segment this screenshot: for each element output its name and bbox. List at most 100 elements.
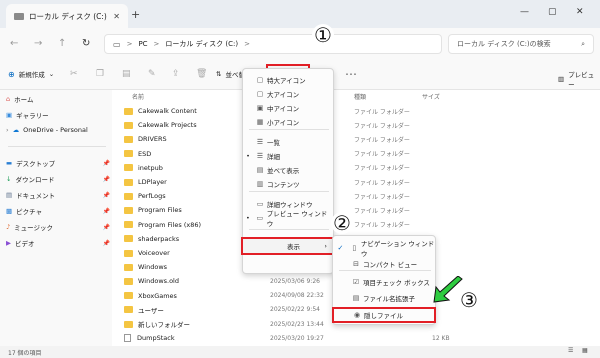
file-name: ESD [138, 149, 152, 158]
pin-icon[interactable]: 📌 [103, 192, 110, 199]
view-menu-item[interactable]: • ☰ 詳細 [243, 149, 333, 163]
view-option-label: 表示 [287, 243, 300, 251]
tiles-view-icon[interactable]: ▦ [582, 347, 588, 354]
view-option-icon: ☰ [256, 138, 264, 146]
view-menu-item[interactable]: ▤ 並べて表示 [243, 163, 333, 177]
details-view-icon[interactable]: ☰ [568, 347, 573, 354]
preview-label: プレビュー [568, 71, 595, 89]
table-row[interactable]: Cakewalk Content ファイル フォルダー [124, 104, 594, 118]
chevron-right-icon: › [324, 242, 327, 250]
gallery-icon: ▣ [6, 111, 13, 119]
sidebar-item-pictures[interactable]: ▩ ピクチャ 📌 [6, 206, 110, 216]
view-menu-item[interactable]: ▢ 特大アイコン [243, 73, 333, 87]
show-submenu-item[interactable]: ▤ ファイル名拡張子 [333, 291, 435, 305]
table-row[interactable]: ESD ファイル フォルダー [124, 147, 594, 161]
table-row[interactable]: Program Files (x86) ファイル フォルダー [124, 218, 594, 232]
view-menu-item[interactable]: ▣ 中アイコン [243, 101, 333, 115]
sidebar-item-music[interactable]: ♪ ミュージック 📌 [6, 222, 110, 232]
view-option-label: コンテンツ [267, 181, 300, 189]
table-row[interactable]: DRIVERS ファイル フォルダー [124, 132, 594, 146]
file-type: ファイル フォルダー [354, 108, 410, 116]
pin-icon[interactable]: 📌 [103, 240, 110, 247]
pin-icon[interactable]: 📌 [103, 224, 110, 231]
breadcrumb-drive[interactable]: ローカル ディスク (C:) [165, 39, 238, 49]
tab-local-disk[interactable]: ローカル ディスク (C:) ✕ [6, 4, 128, 28]
file-name: Cakewalk Projects [138, 121, 197, 130]
cut-icon[interactable]: ✂ [70, 69, 78, 79]
table-row[interactable]: Cakewalk Projects ファイル フォルダー [124, 118, 594, 132]
column-name[interactable]: 名前 [132, 92, 144, 101]
view-menu-item[interactable]: ▢ 大アイコン [243, 87, 333, 101]
breadcrumb-pc[interactable]: PC [138, 40, 147, 48]
view-option-label: 特大アイコン [267, 77, 306, 85]
new-tab-button[interactable]: + [131, 8, 140, 21]
refresh-icon[interactable]: ↻ [82, 38, 90, 49]
folder-icon [124, 135, 133, 143]
view-menu: ▢ 特大アイコン ▢ 大アイコン ▣ 中アイコン ▦ 小アイコン ☰ 一覧 • ☰ 詳細 ▤ 並べて表示 ▥ コ… [241, 68, 335, 274]
paste-icon[interactable]: ▤ [122, 69, 131, 79]
option-icon: ⊟ [353, 260, 359, 268]
more-button[interactable]: ･･･ [345, 69, 357, 80]
view-menu-item[interactable]: 表示 › [241, 237, 335, 255]
sidebar-item-documents[interactable]: ▤ ドキュメント 📌 [6, 190, 110, 200]
forward-icon[interactable]: → [34, 38, 42, 49]
show-submenu-item[interactable]: ⊟ コンパクト ビュー [333, 257, 435, 271]
file-name: DRIVERS [138, 135, 167, 144]
folder-icon [124, 164, 133, 172]
file-type: ファイル フォルダー [354, 122, 410, 130]
view-option-label: プレビュー ウィンドウ [266, 210, 328, 228]
new-button[interactable]: ⊕ 新規作成 ⌄ [8, 69, 54, 80]
share-icon[interactable]: ⇪ [172, 69, 180, 79]
file-name: Windows [138, 263, 168, 272]
view-menu-item[interactable]: ☰ 一覧 [243, 135, 333, 149]
breadcrumb-sep: > [126, 40, 133, 48]
close-window-icon[interactable]: ✕ [576, 7, 584, 17]
folder-icon [124, 235, 133, 243]
sidebar-item-videos[interactable]: ▶ ビデオ 📌 [6, 238, 110, 248]
sidebar-item-desktop[interactable]: ▬ デスクトップ 📌 [6, 158, 110, 168]
breadcrumb[interactable]: ▭ > PC > ローカル ディスク (C:) > [104, 34, 442, 54]
pin-icon[interactable]: 📌 [103, 176, 110, 183]
minimize-icon[interactable]: — [520, 7, 529, 17]
title-bar: ローカル ディスク (C:) ✕ + — ▢ ✕ [0, 0, 600, 28]
close-tab-icon[interactable]: ✕ [113, 12, 120, 21]
maximize-icon[interactable]: ▢ [548, 7, 557, 17]
view-option-label: 並べて表示 [267, 167, 300, 175]
pin-icon[interactable]: 📌 [103, 160, 110, 167]
search-input[interactable]: ローカル ディスク (C:)の検索 ⌕ [448, 34, 594, 54]
table-row[interactable]: LDPlayer ファイル フォルダー [124, 175, 594, 189]
sidebar-item-gallery[interactable]: ▣ ギャラリー [6, 110, 110, 120]
view-option-icon: ▣ [256, 104, 264, 112]
option-label: コンパクト ビュー [363, 261, 418, 269]
table-row[interactable]: PerfLogs ファイル フォルダー [124, 189, 594, 203]
pin-icon[interactable]: 📌 [103, 208, 110, 215]
table-row[interactable]: Program Files ファイル フォルダー [124, 203, 594, 217]
sidebar-label: ダウンロード [15, 176, 55, 184]
show-submenu-item[interactable]: ✓ ▯ ナビゲーション ウィンドウ [333, 240, 435, 258]
show-submenu-item[interactable]: ◉ 隠しファイル [332, 307, 436, 323]
address-bar: ← → ↑ ↻ ▭ > PC > ローカル ディスク (C:) > ローカル デ… [0, 28, 600, 60]
show-submenu-item[interactable]: ☑ 項目チェック ボックス [333, 275, 435, 289]
plus-circle-icon: ⊕ [8, 69, 15, 79]
folder-icon [124, 107, 133, 115]
copy-icon[interactable]: ❐ [96, 69, 104, 79]
table-row[interactable]: inetpub ファイル フォルダー [124, 161, 594, 175]
delete-icon[interactable]: 🗑 [196, 69, 207, 79]
preview-button[interactable]: ▥ プレビュー [558, 69, 600, 89]
breadcrumb-sep: > [153, 40, 160, 48]
rename-icon[interactable]: ✎ [148, 69, 156, 79]
folder-icon [124, 263, 133, 271]
sidebar-item-onedrive[interactable]: › ☁ OneDrive - Personal [6, 126, 110, 134]
view-menu-item[interactable]: ▥ コンテンツ [243, 177, 333, 191]
sidebar-label: ビデオ [15, 240, 35, 248]
up-icon[interactable]: ↑ [58, 38, 66, 49]
table-row[interactable]: DumpStack 2025/03/20 19:27 12 KB [124, 331, 594, 345]
column-type[interactable]: 種類 [354, 92, 366, 101]
column-size[interactable]: サイズ [422, 92, 440, 101]
view-menu-item[interactable]: ▦ 小アイコン [243, 115, 333, 129]
view-menu-item[interactable]: • ▭ プレビュー ウィンドウ [243, 210, 333, 228]
sidebar-label: ミュージック [14, 224, 54, 232]
sidebar-item-home[interactable]: ⌂ ホーム [6, 94, 110, 104]
back-icon[interactable]: ← [10, 38, 18, 49]
sidebar-item-downloads[interactable]: ↓ ダウンロード 📌 [6, 174, 110, 184]
